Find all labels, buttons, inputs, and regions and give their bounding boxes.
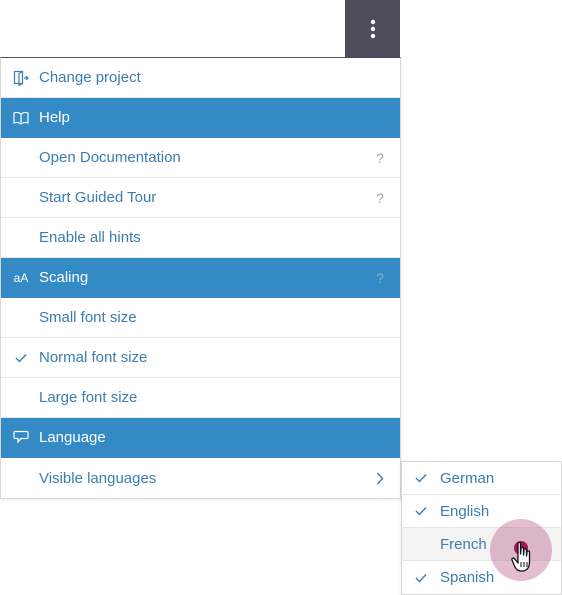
large-font-size-label: Large font size [39,389,138,406]
help-section-header: Help [1,98,400,138]
chevron-right-icon [360,472,400,485]
open-documentation-item[interactable]: Open Documentation ? [1,138,400,178]
language-option-label: German [440,469,495,487]
more-vertical-icon [370,19,375,38]
checkmark-icon [402,506,440,516]
visible-languages-label: Visible languages [39,469,157,487]
scaling-section-title: Scaling [39,269,89,286]
more-options-button[interactable] [345,0,400,57]
start-guided-tour-label: Start Guided Tour [39,189,157,206]
checkmark-icon [1,353,39,363]
change-project-item[interactable]: Change project [1,58,400,98]
start-guided-tour-item[interactable]: Start Guided Tour ? [1,178,400,218]
open-documentation-label: Open Documentation [39,149,181,166]
visible-languages-item[interactable]: Visible languages [1,458,400,498]
help-hint-icon[interactable]: ? [360,270,400,286]
language-option-german[interactable]: German [402,462,561,495]
language-option-label: Spanish [440,569,495,586]
checkmark-icon [402,573,440,583]
normal-font-size-label: Normal font size [39,349,148,366]
large-font-size-item[interactable]: Large font size [1,378,400,418]
settings-dropdown-menu: Change project Help Open Documentation ?… [0,57,401,499]
language-option-french[interactable]: French [402,528,561,561]
scaling-section-header: aA Scaling ? [1,258,400,298]
speech-bubble-icon [1,430,39,445]
enable-all-hints-label: Enable all hints [39,229,141,246]
help-section-title: Help [39,109,70,126]
font-size-icon: aA [13,270,29,285]
language-section-title: Language [39,429,106,446]
change-project-label: Change project [39,69,141,86]
help-hint-icon[interactable]: ? [360,190,400,206]
language-option-english[interactable]: English [402,495,561,528]
help-hint-icon[interactable]: ? [360,150,400,166]
language-section-header: Language [1,418,400,458]
exit-door-icon [1,70,39,86]
language-option-label: English [440,502,490,520]
language-option-spanish[interactable]: Spanish [402,561,561,594]
checkmark-icon [402,473,440,483]
visible-languages-submenu: German English French Spanish [401,461,562,595]
book-icon [1,111,39,125]
small-font-size-label: Small font size [39,309,137,326]
enable-all-hints-item[interactable]: Enable all hints [1,218,400,258]
normal-font-size-item[interactable]: Normal font size [1,338,400,378]
small-font-size-item[interactable]: Small font size [1,298,400,338]
language-option-label: French [440,535,487,553]
